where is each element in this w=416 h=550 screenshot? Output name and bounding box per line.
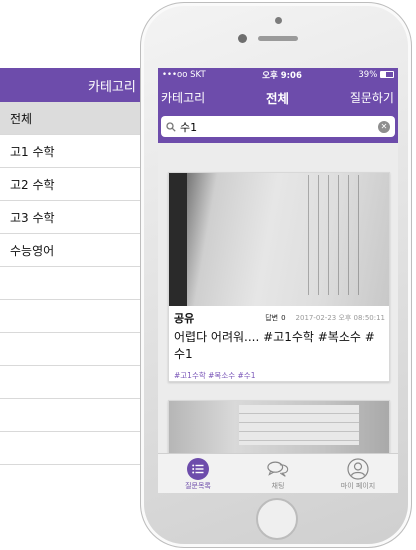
tab-label: 질문목록 <box>185 482 211 490</box>
tab-chat[interactable]: 채팅 <box>238 454 318 493</box>
answer-count: 0 <box>281 314 286 322</box>
card-body-text: 어렵다 어려워.... #고1수학 #복소수 #수1 <box>174 330 375 361</box>
tab-my-page[interactable]: 마이 페이지 <box>318 454 398 493</box>
question-card[interactable]: 공유 답변 0 2017-02-23 오후 08:50:11 어렵다 어려워..… <box>168 172 390 382</box>
phone-frame: •••oo SKT 오후 9:06 39% 카테고리 전체 질문하기 수1 ✕ … <box>140 2 412 548</box>
front-sensor <box>275 17 282 24</box>
tab-bar: 질문목록 채팅 마이 페이지 <box>158 453 398 493</box>
card-meta: 공유 답변 0 2017-02-23 오후 08:50:11 <box>169 306 389 326</box>
tab-question-list[interactable]: 질문목록 <box>158 454 238 493</box>
question-photo[interactable] <box>169 401 389 453</box>
front-camera <box>238 34 247 43</box>
phone-screen: •••oo SKT 오후 9:06 39% 카테고리 전체 질문하기 수1 ✕ … <box>158 68 398 493</box>
question-card[interactable] <box>168 400 390 453</box>
navigation-bar: 카테고리 전체 질문하기 <box>158 82 398 112</box>
status-bar: •••oo SKT 오후 9:06 39% <box>158 68 398 82</box>
carrier-label: •••oo SKT <box>162 70 206 80</box>
tab-label: 마이 페이지 <box>340 482 376 490</box>
card-tags[interactable]: #고1수학 #복소수 #수1 <box>169 366 389 381</box>
clock-label: 오후 9:06 <box>262 71 302 81</box>
card-info: 답변 0 2017-02-23 오후 08:50:11 <box>265 313 385 323</box>
card-author: 공유 <box>174 312 195 325</box>
list-icon <box>187 458 209 480</box>
chat-icon <box>267 458 289 480</box>
home-button[interactable] <box>256 498 298 540</box>
search-bar: ✕ <box>158 112 398 143</box>
person-icon <box>347 458 369 480</box>
search-icon <box>166 121 176 132</box>
battery-icon <box>379 71 394 78</box>
tab-label: 채팅 <box>271 482 285 490</box>
page-title: 전체 <box>265 90 289 106</box>
search-box[interactable]: ✕ <box>161 116 395 137</box>
answer-label: 답변 <box>265 314 279 322</box>
earpiece-speaker <box>258 36 298 41</box>
ask-question-button[interactable]: 질문하기 <box>350 89 394 106</box>
search-input[interactable] <box>180 120 378 133</box>
card-timestamp: 2017-02-23 오후 08:50:11 <box>295 314 385 322</box>
category-button[interactable]: 카테고리 <box>161 89 205 106</box>
question-photo[interactable] <box>169 173 389 306</box>
battery-label: 39% <box>358 70 394 80</box>
question-feed[interactable]: 공유 답변 0 2017-02-23 오후 08:50:11 어렵다 어려워..… <box>158 167 398 453</box>
clear-search-icon[interactable]: ✕ <box>378 120 390 133</box>
stage: 카테고리 선 전체 고1 수학 고2 수학 고3 수학 수능영어 •••oo S… <box>0 0 416 550</box>
